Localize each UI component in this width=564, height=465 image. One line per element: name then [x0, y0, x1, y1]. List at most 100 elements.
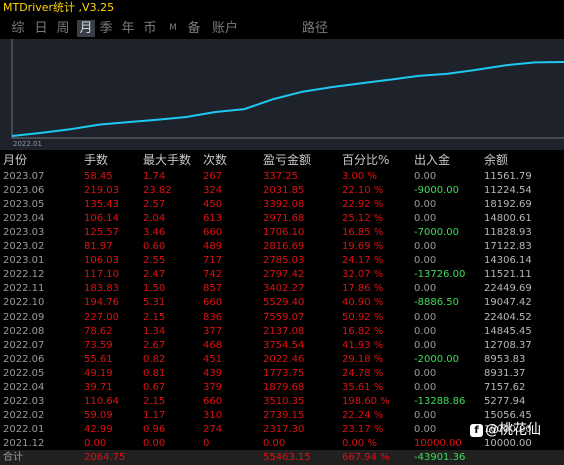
- cell-balance: 8931.37: [484, 367, 526, 379]
- cell-balance: 22404.52: [484, 311, 532, 323]
- cell-io: 0.00: [414, 409, 437, 421]
- facebook-icon: f: [470, 423, 483, 437]
- tab-9[interactable]: 账户: [210, 20, 240, 37]
- cell-pct: 0.00 %: [342, 437, 377, 449]
- cell-month: 2022.06: [3, 353, 45, 365]
- tab-6[interactable]: 币: [142, 20, 158, 37]
- cell-count: 660: [203, 227, 223, 239]
- cell-io: 0.00: [414, 339, 437, 351]
- header-percent[interactable]: 百分比%: [342, 152, 389, 168]
- cell-lots: 59.09: [84, 409, 113, 421]
- cell-lots: 42.99: [84, 423, 113, 435]
- cell-max: 0.60: [143, 241, 166, 253]
- total-lots: 2064.75: [84, 452, 126, 463]
- cell-lots: 81.97: [84, 241, 113, 253]
- cell-max: 5.31: [143, 297, 166, 309]
- header-count[interactable]: 次数: [203, 152, 227, 168]
- cell-month: 2022.08: [3, 325, 45, 337]
- cell-pnl: 2797.42: [263, 269, 305, 281]
- cell-balance: 7157.62: [484, 381, 526, 393]
- cell-pnl: 2137.08: [263, 325, 305, 337]
- cell-io: 0.00: [414, 255, 437, 267]
- cell-lots: 55.61: [84, 353, 113, 365]
- cell-lots: 106.14: [84, 213, 119, 225]
- tab-8[interactable]: 备: [186, 20, 202, 37]
- cell-count: 613: [203, 213, 223, 225]
- table-row[interactable]: 2023.03 125.57 3.46 660 1706.10 16.85 % -7000.…: [0, 225, 564, 240]
- table-row[interactable]: 2022.09 227.00 2.15 836 7559.07 50.92 % 0.00 22…: [0, 310, 564, 325]
- header-max-lots[interactable]: 最大手数: [143, 152, 191, 168]
- header-balance[interactable]: 余额: [484, 152, 508, 168]
- table-row[interactable]: 2022.04 39.71 0.67 379 1879.68 35.61 % 0.00 715…: [0, 380, 564, 395]
- cell-balance: 14306.14: [484, 255, 532, 267]
- table-row[interactable]: 2022.07 73.59 2.67 468 3754.54 41.93 % 0.00 127…: [0, 338, 564, 353]
- header-pnl[interactable]: 盈亏金额: [263, 152, 311, 168]
- cell-io: 0.00: [414, 367, 437, 379]
- x-axis-tick: 2022.01: [13, 140, 42, 148]
- total-row: 合计 2064.75 55463.15 667.94 % -43901.36: [0, 450, 564, 465]
- cell-lots: 110.64: [84, 395, 119, 407]
- cell-max: 0.67: [143, 381, 166, 393]
- cell-max: 2.57: [143, 199, 166, 211]
- tab-5[interactable]: 年: [120, 20, 136, 37]
- cell-balance: 8953.83: [484, 353, 526, 365]
- cell-lots: 78.62: [84, 325, 113, 337]
- cell-max: 0.00: [143, 437, 166, 449]
- cell-month: 2021.12: [3, 437, 45, 449]
- header-month[interactable]: 月份: [3, 152, 27, 168]
- window-title: MTDriver统计 ,V3.25: [3, 1, 115, 14]
- table-row[interactable]: 2022.12 117.10 2.47 742 2797.42 32.07 % -13726…: [0, 267, 564, 282]
- cell-month: 2023.01: [3, 255, 45, 267]
- cell-pct: 35.61 %: [342, 381, 384, 393]
- cell-month: 2022.11: [3, 283, 45, 295]
- table-row[interactable]: 2023.04 106.14 2.04 613 2971.68 25.12 % 0.00 14…: [0, 211, 564, 226]
- cell-month: 2022.02: [3, 409, 45, 421]
- cell-lots: 125.57: [84, 227, 119, 239]
- table-row[interactable]: 2023.06 219.03 23.82 324 2031.85 22.10 % -9000…: [0, 183, 564, 198]
- cell-pnl: 3392.08: [263, 199, 305, 211]
- cell-balance: 14800.61: [484, 213, 532, 225]
- header-lots[interactable]: 手数: [84, 152, 108, 168]
- cell-balance: 11521.11: [484, 269, 532, 281]
- table-row[interactable]: 2022.08 78.62 1.34 377 2137.08 16.82 % 0.00 148…: [0, 324, 564, 339]
- cell-pct: 24.78 %: [342, 367, 384, 379]
- table-row[interactable]: 2022.05 49.19 0.81 439 1773.75 24.78 % 0.00 893…: [0, 366, 564, 381]
- table-row[interactable]: 2022.10 194.76 5.31 660 5529.40 40.90 % -8886.…: [0, 295, 564, 310]
- header-deposit-withdraw[interactable]: 出入金: [414, 152, 450, 168]
- table-row[interactable]: 2023.01 106.03 2.55 717 2785.03 24.17 % 0.00 14…: [0, 253, 564, 268]
- cell-pct: 41.93 %: [342, 339, 384, 351]
- cell-max: 1.34: [143, 325, 166, 337]
- cell-max: 2.04: [143, 213, 166, 225]
- cell-pnl: 2031.85: [263, 185, 305, 197]
- tab-2[interactable]: 周: [55, 20, 71, 37]
- cell-lots: 106.03: [84, 255, 119, 267]
- table-row[interactable]: 2023.02 81.97 0.60 489 2816.69 19.69 % 0.00 171…: [0, 239, 564, 254]
- table-row[interactable]: 2022.06 55.61 0.82 451 2022.46 29.18 % -2000.0…: [0, 352, 564, 367]
- title-bar: MTDriver统计 ,V3.25: [0, 0, 564, 17]
- table-row[interactable]: 2022.03 110.64 2.15 660 3510.35 198.60 % -1328…: [0, 394, 564, 409]
- cell-max: 1.74: [143, 171, 166, 182]
- tab-4[interactable]: 季: [98, 20, 114, 37]
- period-tabs: 综日周月季年币 M 备账户 路径: [0, 17, 564, 39]
- cell-lots: 183.83: [84, 283, 119, 295]
- cell-pct: 22.24 %: [342, 409, 384, 421]
- table-row[interactable]: 2023.07 58.45 1.74 267 337.25 3.00 % 0.00 11561…: [0, 169, 564, 184]
- tab-0[interactable]: 综: [10, 20, 26, 37]
- cell-pct: 198.60 %: [342, 395, 390, 407]
- tab-10[interactable]: 路径: [300, 20, 330, 37]
- cell-month: 2023.02: [3, 241, 45, 253]
- cell-balance: 12708.37: [484, 339, 532, 351]
- table-row[interactable]: 2023.05 135.43 2.57 450 3392.08 22.92 % 0.00 18…: [0, 197, 564, 212]
- cell-balance: 17122.83: [484, 241, 532, 253]
- total-percent: 667.94 %: [342, 452, 390, 463]
- cell-pnl: 1773.75: [263, 367, 305, 379]
- cell-io: -9000.00: [414, 185, 459, 197]
- table-row[interactable]: 2022.11 183.83 1.50 857 3402.27 17.86 % 0.00 22…: [0, 281, 564, 296]
- tab-1[interactable]: 日: [33, 20, 49, 37]
- cell-count: 439: [203, 367, 223, 379]
- tab-3[interactable]: 月: [77, 20, 95, 37]
- cell-count: 450: [203, 199, 223, 211]
- cell-pnl: 1706.10: [263, 227, 305, 239]
- tab-7[interactable]: M: [166, 20, 180, 37]
- cell-month: 2022.04: [3, 381, 45, 393]
